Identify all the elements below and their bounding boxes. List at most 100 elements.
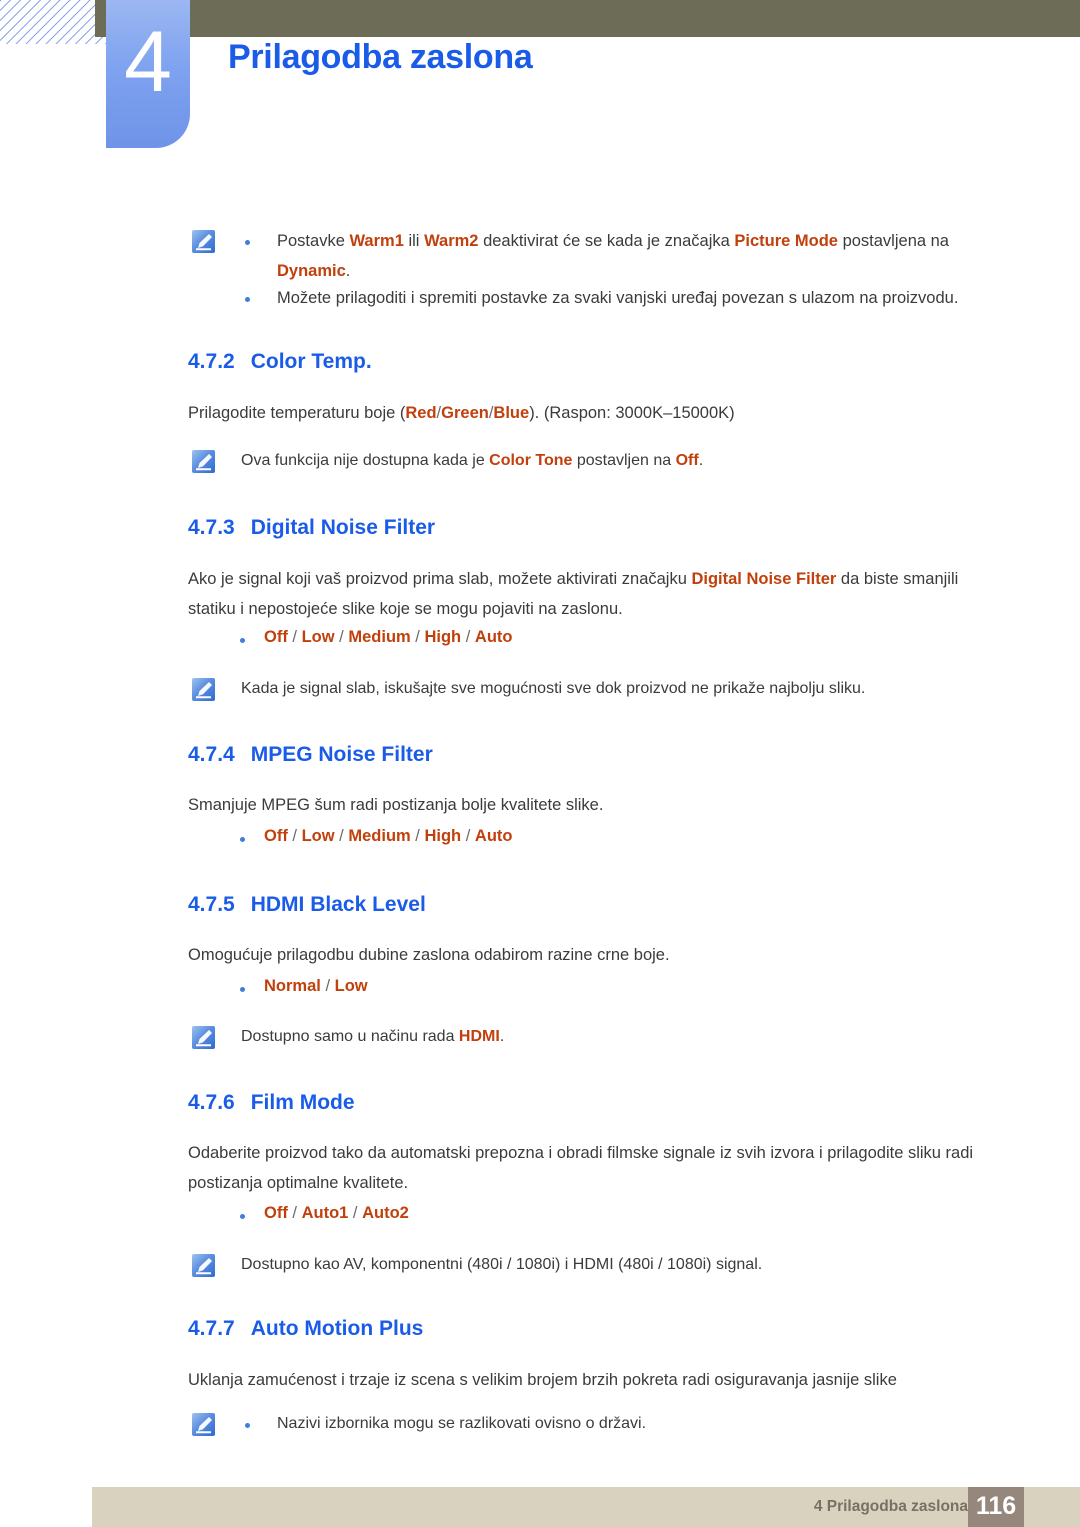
section-3-note-seg-2: . [499, 1028, 505, 1045]
bullet-dot [240, 638, 245, 643]
option-value: Low [334, 977, 368, 995]
page-footer: 4 Prilagodba zaslona 116 [92, 1487, 1080, 1527]
section-heading-4-7-3: 4.7.3 Digital Noise Filter [188, 516, 435, 540]
section-title: Color Temp. [250, 350, 372, 373]
section-options-4-7-3: Off / Low / Medium / High / Auto [264, 628, 512, 647]
intro-bullet-1-seg-8: . [345, 262, 351, 280]
chapter-badge: 4 [106, 0, 190, 148]
section-options-4-7-6: Off / Auto1 / Auto2 [264, 1204, 409, 1223]
option-value: Low [301, 827, 335, 845]
option-value: High [424, 628, 462, 646]
section-0-body-seg-5: Blue [493, 404, 530, 422]
intro-bullet-1-seg-1: Warm1 [349, 232, 404, 250]
section-body-4-7-3: Ako je signal koji vaš proizvod prima sl… [188, 564, 1004, 624]
section-body-4-7-7: Uklanja zamućenost i trzaje iz scena s v… [188, 1365, 1004, 1395]
section-note-4-7-3: Kada je signal slab, iskušajte sve moguć… [241, 674, 1021, 704]
intro-note-bullet-1: Postavke Warm1 ili Warm2 deaktivirat će … [277, 226, 997, 286]
section-title: Digital Noise Filter [250, 516, 436, 539]
intro-bullet-1-seg-3: Warm2 [424, 232, 479, 250]
intro-bullet-1-seg-2: ili [403, 232, 425, 250]
note-pencil-icon [192, 450, 215, 473]
option-separator: / [348, 1204, 363, 1222]
option-value: High [424, 827, 462, 845]
header-olive-bar [95, 0, 1080, 37]
section-heading-4-7-2: 4.7.2 Color Temp. [188, 350, 372, 374]
section-note-4-7-7: Nazivi izbornika mogu se razlikovati ovi… [277, 1409, 1037, 1439]
page-header: 4 Prilagodba zaslona [0, 0, 1080, 160]
section-1-body-seg-0: Ako je signal koji vaš proizvod prima sl… [188, 570, 692, 588]
intro-bullet-1-seg-7: Dynamic [277, 262, 346, 280]
section-2-body-seg-0: Smanjuje MPEG šum radi postizanja bolje … [188, 796, 604, 814]
option-value: Low [301, 628, 335, 646]
section-1-body-seg-1: Digital Noise Filter [691, 570, 837, 588]
option-value: Auto [474, 628, 513, 646]
bullet-dot [245, 240, 250, 245]
option-value: Off [264, 827, 288, 845]
chapter-number: 4 [124, 14, 172, 110]
section-note-4-7-6: Dostupno kao AV, komponentni (480i / 108… [241, 1250, 1021, 1280]
section-number: 4.7.4 [188, 743, 235, 766]
section-0-note-seg-0: Ova funkcija nije dostupna kada je [241, 452, 490, 469]
page-number-box: 116 [968, 1487, 1024, 1527]
footer-chapter-label: 4 Prilagodba zaslona [813, 1498, 968, 1515]
option-separator: / [461, 628, 475, 646]
option-value: Off [264, 1204, 288, 1222]
option-separator: / [410, 827, 425, 845]
section-3-note-seg-0: Dostupno samo u načinu rada [241, 1028, 459, 1045]
section-number: 4.7.3 [188, 516, 235, 539]
option-separator: / [334, 827, 349, 845]
section-0-body-seg-6: ). (Raspon: 3000K–15000K) [529, 404, 735, 422]
section-number: 4.7.2 [188, 350, 235, 373]
section-3-body-seg-0: Omogućuje prilagodbu dubine zaslona odab… [188, 946, 670, 964]
option-value: Auto2 [362, 1204, 409, 1222]
section-0-note-seg-1: Color Tone [489, 452, 573, 469]
option-separator: / [334, 628, 349, 646]
decorative-hatch-pattern [0, 0, 106, 44]
option-separator: / [287, 1204, 302, 1222]
bullet-dot [245, 297, 250, 302]
option-value: Medium [348, 628, 411, 646]
note-pencil-icon [192, 1413, 215, 1436]
option-separator: / [461, 827, 475, 845]
option-value: Auto1 [301, 1204, 349, 1222]
note-pencil-icon [192, 678, 215, 701]
section-number: 4.7.7 [188, 1317, 235, 1340]
section-0-body-seg-3: Green [441, 404, 489, 422]
option-value: Normal [264, 977, 321, 995]
page-title: Prilagodba zaslona [228, 38, 533, 76]
intro-note-bullet-2: Možete prilagoditi i spremiti postavke z… [277, 283, 1017, 313]
section-body-4-7-6: Odaberite proizvod tako da automatski pr… [188, 1138, 1004, 1198]
option-value: Medium [348, 827, 411, 845]
option-separator: / [320, 977, 335, 995]
section-0-note-seg-2: postavljen na [572, 452, 676, 469]
section-3-note-seg-1: HDMI [458, 1028, 500, 1045]
section-body-4-7-4: Smanjuje MPEG šum radi postizanja bolje … [188, 790, 1004, 820]
option-separator: / [410, 628, 425, 646]
note-pencil-icon [192, 1026, 215, 1049]
section-5-note-seg-0: Nazivi izbornika mogu se razlikovati ovi… [277, 1415, 647, 1432]
section-title: HDMI Black Level [250, 893, 426, 916]
section-number: 4.7.5 [188, 893, 235, 916]
bullet-dot [240, 837, 245, 842]
section-title: MPEG Noise Filter [250, 743, 433, 766]
section-heading-4-7-5: 4.7.5 HDMI Black Level [188, 893, 426, 917]
bullet-dot [240, 1214, 245, 1219]
section-note-4-7-5: Dostupno samo u načinu rada HDMI. [241, 1022, 1021, 1052]
note-pencil-icon [192, 1254, 215, 1277]
section-1-note-seg-0: Kada je signal slab, iskušajte sve moguć… [241, 680, 866, 697]
section-note-4-7-2: Ova funkcija nije dostupna kada je Color… [241, 446, 1001, 476]
bullet-dot [240, 987, 245, 992]
section-title: Film Mode [250, 1091, 355, 1114]
option-separator: / [287, 827, 302, 845]
intro-bullet-1-seg-4: deaktivirat će se kada je značajka [478, 232, 735, 250]
intro-bullet-1-seg-0: Postavke [277, 232, 350, 250]
section-4-body-seg-0: Odaberite proizvod tako da automatski pr… [188, 1144, 974, 1192]
intro-bullet-1-seg-6: postavljena na [837, 232, 949, 250]
section-heading-4-7-4: 4.7.4 MPEG Noise Filter [188, 743, 433, 767]
option-value: Auto [474, 827, 513, 845]
section-heading-4-7-6: 4.7.6 Film Mode [188, 1091, 355, 1115]
section-heading-4-7-7: 4.7.7 Auto Motion Plus [188, 1317, 423, 1341]
section-title: Auto Motion Plus [250, 1317, 424, 1340]
bullet-dot [245, 1423, 250, 1428]
section-0-note-seg-3: Off [675, 452, 699, 469]
